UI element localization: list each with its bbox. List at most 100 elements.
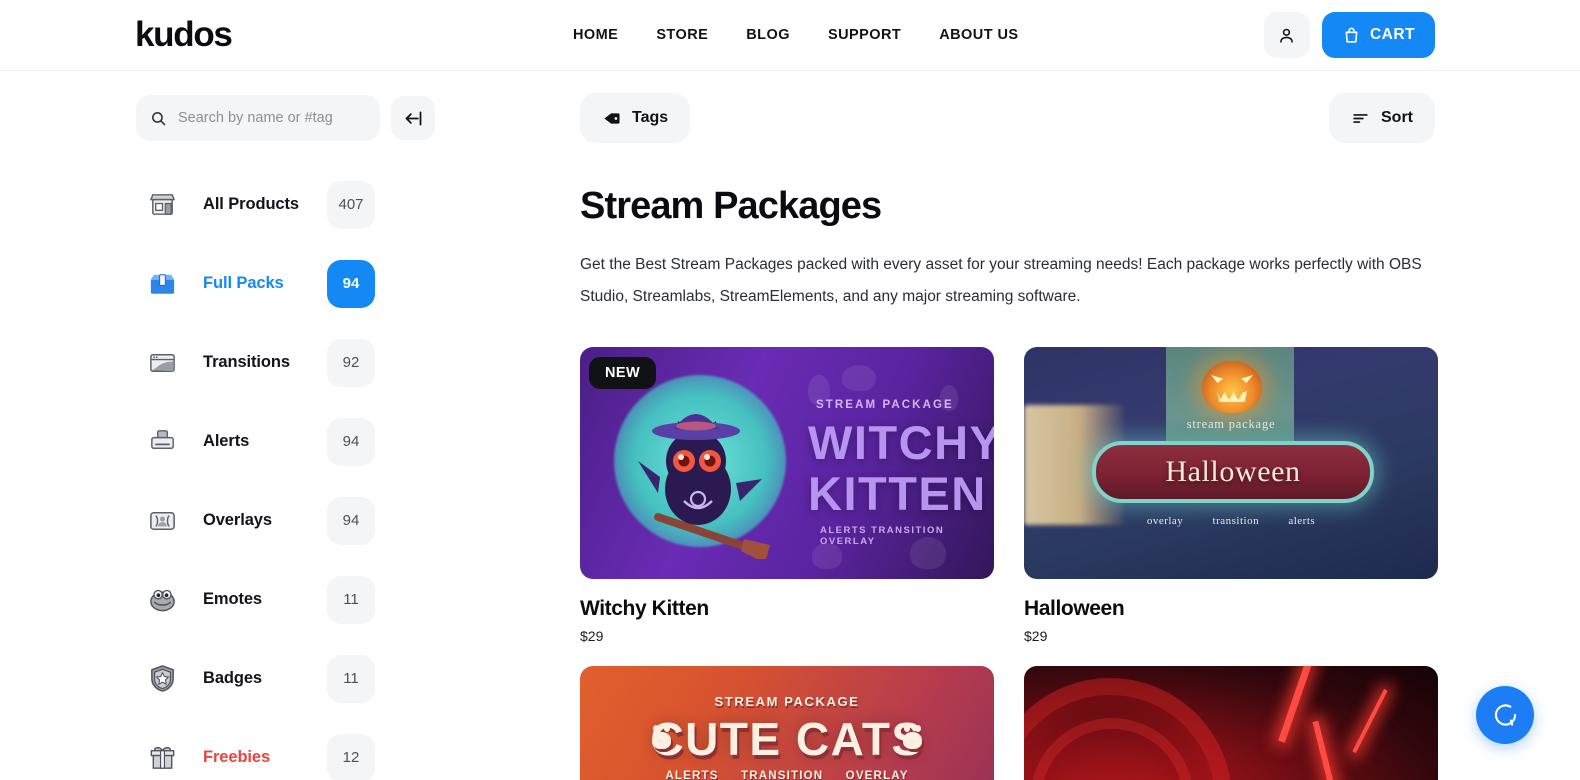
art-title-line1: CUTE CATS (650, 713, 924, 765)
cart-button[interactable]: CART (1321, 12, 1435, 58)
product-card-cute-cats[interactable]: STREAM PACKAGE CUTE CATS ALERTS TRANSITI… (580, 666, 994, 780)
art-title-line1: WITCHY (808, 416, 994, 469)
paw-decoration (652, 725, 671, 749)
box-icon (145, 267, 179, 301)
nav-item-home[interactable]: HOME (573, 27, 618, 43)
product-thumbnail[interactable]: STREAM PACKAGE CUTE CATS ALERTS TRANSITI… (580, 666, 994, 780)
paw-decoration (903, 725, 922, 749)
art-sub-2: transition (1212, 515, 1260, 527)
category-sidebar: All Products 407 Full Packs 94 (0, 71, 520, 780)
lightning-decoration (1312, 720, 1342, 780)
art-sub-label: overlay transition alerts (1024, 515, 1438, 527)
sidebar-item-transitions[interactable]: Transitions 92 (0, 323, 520, 402)
art-sub-3: OVERLAY (845, 770, 909, 780)
sort-button[interactable]: Sort (1329, 93, 1435, 143)
tags-button[interactable]: Tags (580, 93, 691, 143)
sidebar-item-label: Full Packs (203, 274, 284, 292)
cart-label: CART (1369, 26, 1415, 43)
lightning-decoration (1352, 688, 1388, 754)
product-price: $29 (580, 628, 604, 644)
category-list: All Products 407 Full Packs 94 Transitio… (0, 165, 520, 780)
pumpkin-eye (1241, 375, 1253, 383)
chat-bubble-icon (1494, 703, 1516, 726)
sidebar-item-label: Alerts (203, 432, 250, 450)
art-stream-label: STREAM PACKAGE (714, 694, 860, 709)
search-input[interactable] (178, 110, 363, 126)
search-box[interactable] (136, 95, 380, 141)
witch-cat-illustration (638, 414, 770, 559)
tag-icon (604, 112, 620, 124)
sort-icon (1353, 113, 1368, 123)
art-title-line2: KITTEN (808, 467, 987, 520)
sidebar-item-count: 94 (327, 417, 375, 466)
product-card-halloween[interactable]: stream package Halloween overlay transit… (1024, 347, 1438, 644)
product-thumbnail[interactable]: stream package Halloween overlay transit… (1024, 347, 1438, 579)
art-stream-label: stream package (1186, 417, 1276, 431)
emote-icon (145, 583, 179, 617)
sidebar-item-label: Badges (203, 669, 263, 687)
art-sub-2: TRANSITION (740, 770, 824, 780)
nav-item-support[interactable]: SUPPORT (828, 27, 901, 43)
pumpkin-illustration (1202, 361, 1262, 413)
lightning-decoration (1278, 666, 1313, 743)
collapse-left-icon (405, 111, 421, 125)
sort-label: Sort (1381, 109, 1413, 126)
sidebar-item-count: 94 (327, 496, 375, 545)
overlay-icon (145, 504, 179, 538)
header-actions: CART (1263, 12, 1435, 58)
alert-icon (145, 425, 179, 459)
page-description: Get the Best Stream Packages packed with… (580, 256, 1422, 305)
product-thumbnail[interactable]: NEW STREAM PACKAGE WITCHY KITTEN ALERTS … (580, 347, 994, 579)
pumpkin-eye (1211, 375, 1223, 383)
product-price: $29 (1024, 628, 1048, 644)
art-banner-text: Halloween (1165, 455, 1301, 488)
sidebar-item-label: Freebies (203, 748, 271, 766)
sidebar-item-label: Overlays (203, 511, 272, 529)
collapse-sidebar-button[interactable] (391, 96, 435, 140)
product-card-witchy-kitten[interactable]: NEW STREAM PACKAGE WITCHY KITTEN ALERTS … (580, 347, 994, 644)
site-logo[interactable]: kudos (135, 15, 233, 55)
art-stream-label: STREAM PACKAGE (816, 399, 954, 411)
sidebar-item-count: 407 (327, 180, 375, 229)
search-row (0, 95, 520, 141)
product-card-red-package[interactable]: Stream Package (1024, 666, 1438, 780)
pumpkin-mouth (1217, 391, 1247, 402)
nav-item-blog[interactable]: BLOG (746, 27, 790, 43)
product-title: Halloween (1024, 597, 1125, 620)
main-navigation: HOME STORE BLOG SUPPORT ABOUT US (573, 27, 1019, 43)
transition-icon (145, 346, 179, 380)
sidebar-item-count: 92 (327, 338, 375, 387)
account-button[interactable] (1263, 12, 1310, 58)
sidebar-item-badges[interactable]: Badges 11 (0, 639, 520, 718)
sidebar-item-freebies[interactable]: Freebies 12 (0, 718, 520, 780)
sidebar-item-full-packs[interactable]: Full Packs 94 (0, 244, 520, 323)
nav-item-about-us[interactable]: ABOUT US (939, 27, 1018, 43)
art-sub-label: ALERTS TRANSITION OVERLAY (820, 525, 945, 547)
new-badge: NEW (589, 357, 657, 389)
sidebar-item-label: Emotes (203, 590, 263, 608)
sidebar-item-overlays[interactable]: Overlays 94 (0, 481, 520, 560)
page-root: kudos HOME STORE BLOG SUPPORT ABOUT US C… (0, 0, 1580, 780)
shopping-bag-icon (1345, 27, 1358, 43)
art-banner: Halloween (1092, 441, 1374, 503)
art-sub-3: alerts (1288, 515, 1316, 527)
search-icon (152, 111, 166, 125)
badge-shield-icon (145, 662, 179, 696)
product-thumbnail[interactable]: Stream Package (1024, 666, 1438, 780)
sidebar-item-all-products[interactable]: All Products 407 (0, 165, 520, 244)
sidebar-item-alerts[interactable]: Alerts 94 (0, 402, 520, 481)
page-title: Stream Packages (580, 185, 882, 227)
sidebar-item-count: 94 (327, 259, 375, 308)
chat-widget-button[interactable] (1476, 686, 1534, 744)
site-header: kudos HOME STORE BLOG SUPPORT ABOUT US C… (0, 0, 1580, 71)
nav-item-store[interactable]: STORE (656, 27, 708, 43)
art-sub-1: ALERTS (665, 770, 719, 780)
sidebar-item-emotes[interactable]: Emotes 11 (0, 560, 520, 639)
sidebar-item-label: Transitions (203, 353, 290, 371)
tags-label: Tags (632, 109, 669, 126)
art-sub-label: ALERTS TRANSITION OVERLAY (580, 770, 994, 780)
sidebar-item-count: 11 (327, 575, 375, 624)
product-grid: NEW STREAM PACKAGE WITCHY KITTEN ALERTS … (580, 347, 1438, 780)
gift-icon (145, 741, 179, 775)
product-title: Witchy Kitten (580, 597, 709, 620)
